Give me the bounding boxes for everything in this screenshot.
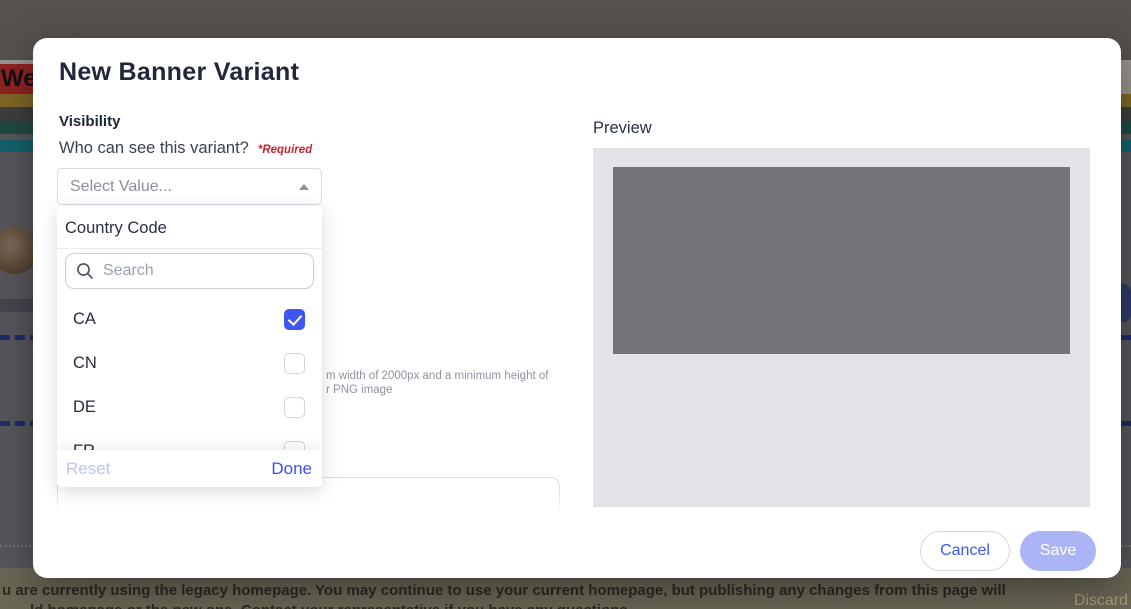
preview-area xyxy=(593,148,1090,507)
visibility-section-label: Visibility xyxy=(59,113,120,130)
visibility-question: Who can see this variant? xyxy=(59,139,249,157)
dropdown-search-box[interactable] xyxy=(65,253,314,289)
dropdown-footer: Reset Done xyxy=(57,450,322,487)
option-label: CN xyxy=(73,354,97,373)
preview-label: Preview xyxy=(593,119,652,138)
discard-link[interactable]: Discard xyxy=(1074,592,1128,609)
reset-button[interactable]: Reset xyxy=(66,459,110,479)
search-input[interactable] xyxy=(103,262,303,280)
option-label: CA xyxy=(73,310,96,329)
helper-text-line2: r PNG image xyxy=(326,384,548,398)
new-banner-variant-modal: New Banner Variant Visibility Who can se… xyxy=(33,38,1121,578)
visibility-select[interactable]: Select Value... xyxy=(57,168,322,205)
checkbox-ca[interactable] xyxy=(284,309,305,330)
done-button[interactable]: Done xyxy=(271,459,312,479)
banner-message-line2: ld homepage or the new one. Contact your… xyxy=(30,602,628,609)
visibility-question-row: Who can see this variant? *Required xyxy=(59,139,312,158)
input-fade-overlay xyxy=(53,488,565,540)
modal-title: New Banner Variant xyxy=(59,58,299,87)
checkbox-cn[interactable] xyxy=(284,353,305,374)
search-icon xyxy=(76,262,94,280)
save-button[interactable]: Save xyxy=(1020,531,1096,571)
helper-text-line1: m width of 2000px and a minimum height o… xyxy=(326,370,548,384)
chevron-up-icon xyxy=(299,184,309,190)
country-code-dropdown: Country Code CA CN DE FR xyxy=(57,206,322,487)
cancel-button[interactable]: Cancel xyxy=(920,531,1010,571)
dropdown-header: Country Code xyxy=(57,206,322,249)
option-row-de[interactable]: DE xyxy=(57,385,322,429)
required-note: *Required xyxy=(258,144,312,156)
visibility-select-value: Select Value... xyxy=(70,178,172,196)
option-row-ca[interactable]: CA xyxy=(57,297,322,341)
image-requirements-helper-text: m width of 2000px and a minimum height o… xyxy=(326,370,548,397)
modal-footer: Cancel Save xyxy=(920,531,1096,571)
option-label: DE xyxy=(73,398,96,417)
banner-message-line1: u are currently using the legacy homepag… xyxy=(2,582,1006,599)
dropdown-options-list: CA CN DE FR xyxy=(57,297,322,473)
option-row-cn[interactable]: CN xyxy=(57,341,322,385)
checkbox-de[interactable] xyxy=(284,397,305,418)
banner-image-placeholder xyxy=(613,167,1070,354)
